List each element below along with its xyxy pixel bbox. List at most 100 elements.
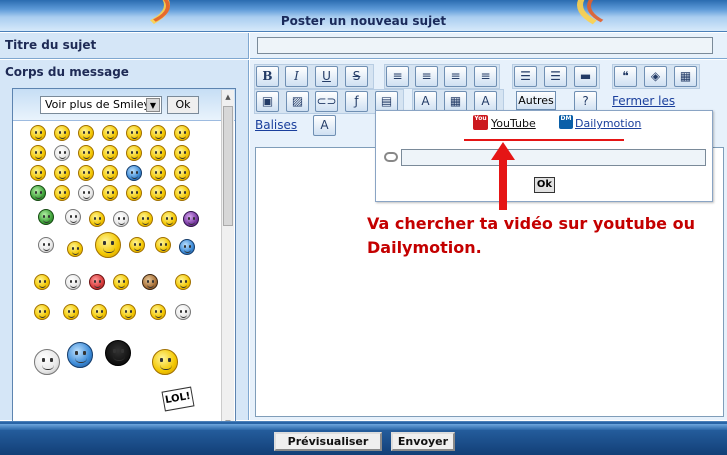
smiley-panel: Voir plus de Smileys ▼ Ok LOL! ▲ <box>12 88 236 432</box>
smiley-icon[interactable] <box>105 340 131 366</box>
smiley-icon[interactable] <box>174 125 190 141</box>
smiley-icon[interactable] <box>65 274 81 290</box>
flash-icon[interactable]: ƒ <box>345 91 368 112</box>
smiley-icon[interactable] <box>183 211 199 227</box>
table-icon[interactable]: ▦ <box>674 66 697 87</box>
send-button[interactable]: Envoyer <box>391 432 455 451</box>
smiley-select[interactable]: Voir plus de Smileys ▼ <box>40 96 162 114</box>
image-icon[interactable]: ▨ <box>286 91 309 112</box>
preview-button[interactable]: Prévisualiser <box>274 432 382 451</box>
smiley-icon[interactable] <box>150 125 166 141</box>
video-ok-button[interactable]: Ok <box>534 177 555 193</box>
smiley-icon[interactable] <box>54 145 70 161</box>
subject-input[interactable] <box>257 37 713 54</box>
smiley-icon[interactable] <box>65 209 81 225</box>
smiley-icon[interactable] <box>38 237 54 253</box>
smiley-icon[interactable] <box>78 185 94 201</box>
smiley-icon[interactable] <box>150 185 166 201</box>
smiley-icon[interactable] <box>126 165 142 181</box>
link-icon[interactable]: ⊂⊃ <box>315 91 338 112</box>
smiley-icon[interactable] <box>30 145 46 161</box>
font-size-icon[interactable]: A <box>414 91 437 112</box>
smiley-icon[interactable] <box>30 185 46 201</box>
smiley-icon[interactable] <box>34 349 60 375</box>
smiley-icon[interactable] <box>155 237 171 253</box>
smiley-icon[interactable] <box>152 349 178 375</box>
smiley-icon[interactable] <box>91 304 107 320</box>
font-face-icon[interactable]: A <box>474 91 497 112</box>
lol-sign-smiley[interactable]: LOL! <box>161 386 195 412</box>
smiley-icon[interactable] <box>179 239 195 255</box>
smiley-icon[interactable] <box>126 145 142 161</box>
smiley-icon[interactable] <box>30 165 46 181</box>
image-host-icon[interactable]: ▣ <box>256 91 279 112</box>
strike-button[interactable]: S <box>345 66 368 87</box>
smiley-icon[interactable] <box>38 209 54 225</box>
dailymotion-tab[interactable]: DM Dailymotion <box>559 115 641 130</box>
smiley-icon[interactable] <box>89 211 105 227</box>
list-numbers-icon[interactable]: ☰ <box>544 66 567 87</box>
smiley-icon[interactable] <box>126 125 142 141</box>
smiley-icon[interactable] <box>137 211 153 227</box>
smiley-icon[interactable] <box>150 145 166 161</box>
smiley-icon[interactable] <box>89 274 105 290</box>
smiley-icon[interactable] <box>78 125 94 141</box>
smiley-icon[interactable] <box>102 145 118 161</box>
smiley-icon[interactable] <box>34 304 50 320</box>
smiley-icon[interactable] <box>78 145 94 161</box>
smiley-icon[interactable] <box>102 165 118 181</box>
scroll-up-icon[interactable]: ▲ <box>222 90 234 104</box>
smiley-ok-button[interactable]: Ok <box>167 96 199 114</box>
smiley-icon[interactable] <box>161 211 177 227</box>
smiley-icon[interactable] <box>34 274 50 290</box>
smiley-icon[interactable] <box>174 145 190 161</box>
remove-format-icon[interactable]: A <box>313 115 336 136</box>
smiley-icon[interactable] <box>113 211 129 227</box>
smiley-scrollbar[interactable]: ▲ ▼ <box>221 90 234 430</box>
smiley-icon[interactable] <box>142 274 158 290</box>
smiley-icon[interactable] <box>129 237 145 253</box>
quote-icon[interactable]: ❝ <box>614 66 637 87</box>
smiley-icon[interactable] <box>102 185 118 201</box>
bold-button[interactable]: B <box>256 66 279 87</box>
autres-button[interactable]: Autres <box>516 91 556 110</box>
smiley-icon[interactable] <box>95 232 121 258</box>
smiley-icon[interactable] <box>54 125 70 141</box>
smiley-icon[interactable] <box>120 304 136 320</box>
fermer-link[interactable]: Fermer les <box>612 94 675 108</box>
smiley-icon[interactable] <box>126 185 142 201</box>
align-right-icon[interactable]: ≡ <box>444 66 467 87</box>
code-icon[interactable]: ◈ <box>644 66 667 87</box>
smiley-icon[interactable] <box>54 185 70 201</box>
align-center-icon[interactable]: ≡ <box>415 66 438 87</box>
smiley-icon[interactable] <box>175 274 191 290</box>
italic-button[interactable]: I <box>285 66 308 87</box>
page-title: Poster un nouveau sujet <box>280 14 447 28</box>
smiley-icon[interactable] <box>30 125 46 141</box>
list-bullets-icon[interactable]: ☰ <box>514 66 537 87</box>
smiley-icon[interactable] <box>102 125 118 141</box>
smiley-icon[interactable] <box>67 241 83 257</box>
video-url-input[interactable] <box>401 149 706 166</box>
smiley-icon[interactable] <box>67 342 93 368</box>
underline-button[interactable]: U <box>315 66 338 87</box>
balises-link[interactable]: Balises <box>255 118 297 132</box>
smiley-icon[interactable] <box>150 165 166 181</box>
smiley-icon[interactable] <box>63 304 79 320</box>
color-icon[interactable]: ▦ <box>444 91 467 112</box>
youtube-tab[interactable]: You YouTube <box>473 115 536 130</box>
smiley-icon[interactable] <box>113 274 129 290</box>
smiley-icon[interactable] <box>150 304 166 320</box>
smiley-icon[interactable] <box>78 165 94 181</box>
horizontal-rule-icon[interactable]: ▬ <box>574 66 597 87</box>
align-justify-icon[interactable]: ≡ <box>474 66 497 87</box>
align-left-icon[interactable]: ≡ <box>386 66 409 87</box>
scroll-thumb[interactable] <box>223 106 233 226</box>
help-icon[interactable]: ? <box>574 91 597 112</box>
smiley-icon[interactable] <box>54 165 70 181</box>
smiley-icon[interactable] <box>174 165 190 181</box>
smiley-icon[interactable] <box>175 304 191 320</box>
chevron-down-icon[interactable]: ▼ <box>146 98 160 112</box>
video-icon[interactable]: ▤ <box>375 91 398 112</box>
smiley-icon[interactable] <box>174 185 190 201</box>
